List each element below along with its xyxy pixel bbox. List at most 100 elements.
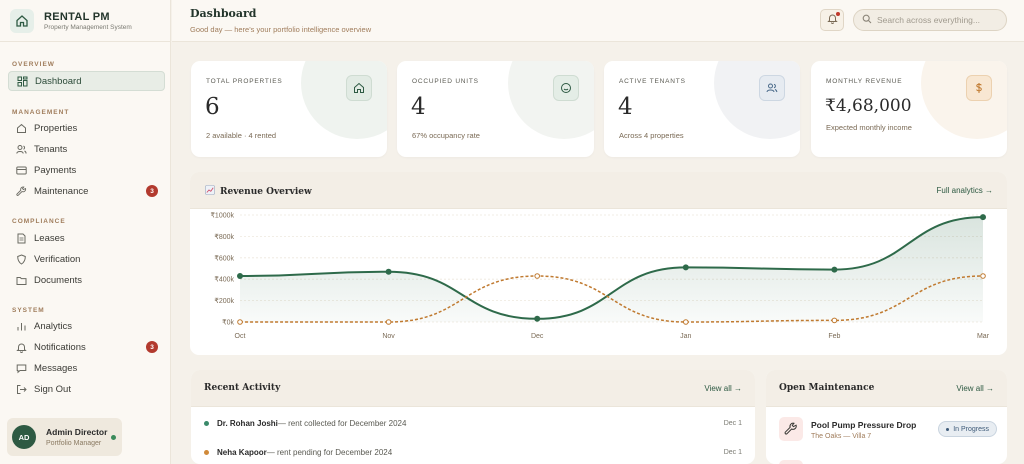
x-tick-label: Oct — [235, 333, 246, 340]
status-dot — [204, 420, 209, 426]
sidebar-item-label: Leases — [34, 232, 65, 244]
x-tick-label: Nov — [382, 333, 395, 340]
revenue-overview-panel: Revenue Overview Full analytics → ₹1000k… — [190, 172, 1007, 355]
recent-activity-panel: Recent Activity View all → Dr. Rohan Jos… — [191, 370, 755, 464]
activity-view-all-link[interactable]: View all → — [704, 384, 742, 393]
dashboard-icon — [16, 75, 28, 87]
activity-text: — rent pending for December 2024 — [266, 447, 393, 457]
shield-icon — [15, 253, 27, 265]
open-maintenance-panel: Open Maintenance View all → Pool Pump Pr… — [766, 370, 1007, 464]
stat-hint: 67% occupancy rate — [412, 131, 480, 140]
sidebar-item-label: Tenants — [34, 143, 68, 155]
decorative-circle — [921, 61, 1007, 139]
sidebar-item-notifications[interactable]: Notifications 3 — [8, 337, 165, 357]
revenue-area — [240, 217, 983, 322]
activity-row[interactable]: Neha Kapoor — rent pending for December … — [204, 442, 742, 462]
y-tick-label: ₹600k — [214, 254, 234, 262]
folder-icon — [15, 274, 27, 286]
sidebar-item-label: Payments — [34, 164, 77, 176]
rupee-icon — [966, 75, 992, 101]
document-icon — [15, 232, 27, 244]
x-tick-label: Dec — [531, 333, 544, 340]
chart-emoji-icon — [205, 185, 215, 198]
maintenance-view-all-link[interactable]: View all → — [956, 384, 994, 393]
decorative-circle — [301, 61, 387, 139]
stat-card-monthly-revenue[interactable]: MONTHLY REVENUE ₹4,68,000 Expected month… — [811, 61, 1007, 157]
data-point — [237, 319, 243, 325]
activity-title: Recent Activity — [204, 383, 281, 393]
stat-card-occupied-units[interactable]: OCCUPIED UNITS 4 67% occupancy rate — [397, 61, 594, 157]
stat-value: 4 — [411, 94, 426, 120]
users-icon — [759, 75, 785, 101]
full-analytics-link[interactable]: Full analytics → — [937, 186, 993, 195]
brand[interactable]: RENTAL PM Property Management System — [0, 0, 170, 42]
sidebar-item-maintenance[interactable]: Maintenance 3 — [8, 181, 165, 201]
status-text: In Progress — [953, 425, 989, 433]
status-dot — [204, 449, 209, 455]
page-title: Dashboard — [190, 7, 257, 20]
stat-value: 6 — [205, 94, 220, 120]
activity-name: Dr. Rohan Joshi — [217, 418, 278, 428]
maintenance-count-badge: 3 — [146, 185, 158, 197]
data-point — [831, 266, 838, 273]
online-status-dot — [111, 435, 116, 440]
next-item-icon — [779, 460, 803, 464]
message-icon — [15, 362, 27, 374]
sidebar-item-label: Notifications — [34, 341, 86, 353]
x-tick-label: Jan — [680, 333, 691, 340]
page-subtitle: Good day — here's your portfolio intelli… — [190, 25, 372, 34]
sidebar-item-label: Documents — [34, 274, 83, 286]
stat-card-total-properties[interactable]: TOTAL PROPERTIES 6 2 available · 4 rente… — [191, 61, 387, 157]
stat-value: ₹4,68,000 — [825, 96, 912, 116]
sidebar-item-payments[interactable]: Payments — [8, 160, 165, 180]
smile-icon — [553, 75, 579, 101]
sidebar-item-label: Properties — [34, 122, 78, 134]
decorative-circle — [714, 61, 800, 139]
nav-section-system: SYSTEM — [12, 307, 45, 314]
sidebar-item-tenants[interactable]: Tenants — [8, 139, 165, 159]
wrench-icon — [15, 185, 27, 197]
data-point — [237, 272, 243, 279]
sidebar-item-dashboard[interactable]: Dashboard — [8, 71, 165, 91]
revenue-title: Revenue Overview — [205, 185, 312, 198]
y-tick-label: ₹0k — [222, 319, 234, 327]
sidebar-item-sign-out[interactable]: Sign Out — [8, 379, 165, 399]
data-point — [385, 268, 392, 275]
decorative-circle — [508, 61, 594, 139]
notification-dot — [836, 12, 840, 16]
activity-text: — rent collected for December 2024 — [277, 418, 407, 428]
activity-row[interactable]: Dr. Rohan Joshi — rent collected for Dec… — [204, 413, 742, 433]
home-icon — [346, 75, 372, 101]
user-card[interactable]: AD Admin Director Portfolio Manager — [7, 418, 122, 456]
sidebar-item-verification[interactable]: Verification — [8, 249, 165, 269]
notifications-button[interactable] — [820, 9, 844, 31]
stat-card-active-tenants[interactable]: ACTIVE TENANTS 4 Across 4 properties — [604, 61, 800, 157]
y-tick-label: ₹800k — [214, 233, 234, 241]
maintenance-header: Open Maintenance View all → — [766, 370, 1007, 407]
y-tick-label: ₹1000k — [210, 212, 234, 220]
users-icon — [15, 143, 27, 155]
search-box[interactable] — [853, 9, 1007, 31]
status-dot — [946, 427, 950, 431]
sidebar-item-analytics[interactable]: Analytics — [8, 316, 165, 336]
sidebar-item-messages[interactable]: Messages — [8, 358, 165, 378]
bell-icon — [15, 341, 27, 353]
activity-date: Dec 1 — [723, 448, 742, 456]
sidebar-item-properties[interactable]: Properties — [8, 118, 165, 138]
y-tick-label: ₹400k — [214, 276, 234, 284]
maintenance-item[interactable]: Pool Pump Pressure Drop The Oaks — Villa… — [779, 417, 997, 445]
sidebar-item-label: Messages — [34, 362, 78, 374]
data-point — [831, 317, 838, 324]
revenue-chart: ₹1000k ₹800k ₹600k ₹400k ₹200k ₹0kOct Nov Dec Ja… — [210, 212, 989, 341]
nav-section-overview: OVERVIEW — [12, 61, 55, 68]
data-point — [534, 273, 541, 279]
sidebar-item-documents[interactable]: Documents — [8, 270, 165, 290]
sidebar-item-label: Sign Out — [34, 383, 71, 395]
x-tick-label: Feb — [828, 333, 840, 340]
data-point — [683, 319, 689, 325]
sidebar-item-leases[interactable]: Leases — [8, 228, 165, 248]
stat-label: OCCUPIED UNITS — [412, 78, 479, 85]
brand-subtitle: Property Management System — [44, 23, 132, 31]
revenue-header: Revenue Overview Full analytics → — [190, 172, 1007, 209]
search-input[interactable] — [877, 15, 1002, 25]
